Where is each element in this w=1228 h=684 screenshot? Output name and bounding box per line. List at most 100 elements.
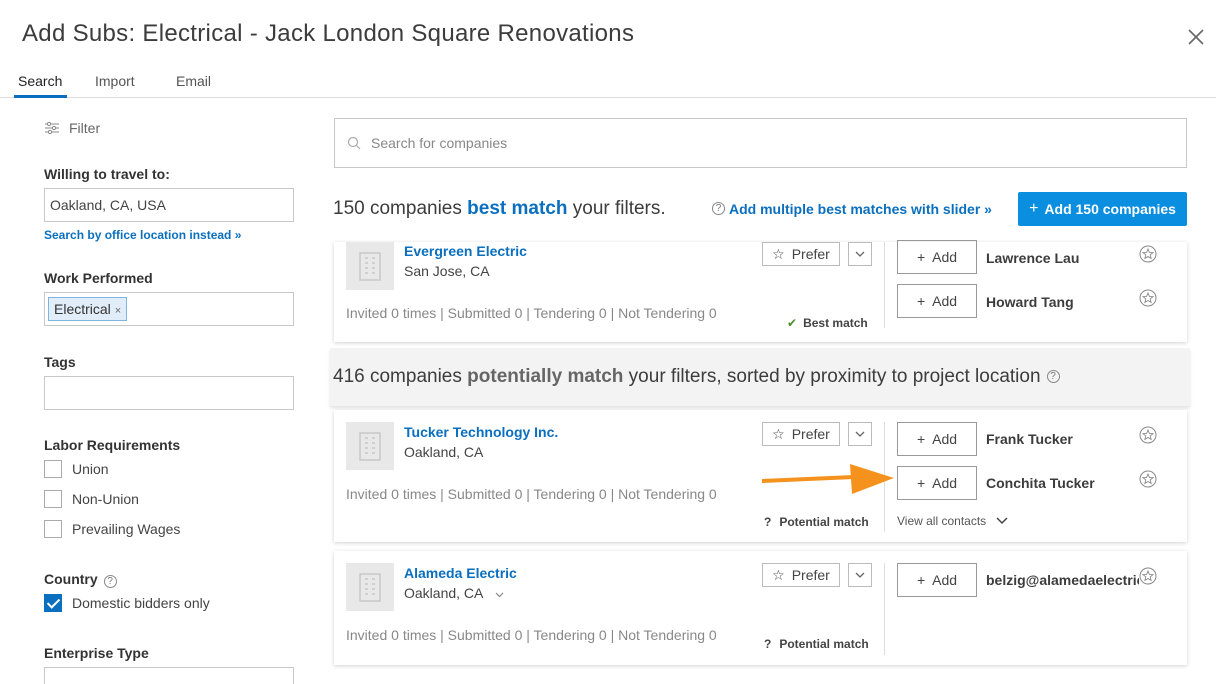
annotation-arrow-icon xyxy=(762,464,894,494)
badge-star-icon[interactable] xyxy=(1139,245,1157,263)
work-chip: Electrical × xyxy=(48,297,128,321)
sliders-icon xyxy=(45,121,59,135)
enterprise-input[interactable] xyxy=(44,667,294,684)
domestic-checkbox[interactable] xyxy=(44,594,62,612)
tab-import[interactable]: Import xyxy=(95,73,135,89)
search-icon xyxy=(347,136,361,150)
domestic-option[interactable]: Domestic bidders only xyxy=(44,594,210,612)
view-all-label: View all contacts xyxy=(897,514,987,528)
check-icon: ✔ xyxy=(787,316,798,330)
labor-option-union[interactable]: Union xyxy=(44,460,109,478)
view-all-contacts-link[interactable]: View all contacts xyxy=(897,514,1008,528)
match-label: Best match xyxy=(803,316,868,330)
domestic-label: Domestic bidders only xyxy=(72,595,210,611)
company-stats: Invited 0 times | Submitted 0 | Tenderin… xyxy=(346,486,717,502)
company-location-row[interactable]: Oakland, CA xyxy=(404,585,504,601)
plus-icon: + xyxy=(1029,200,1039,217)
match-status: ✔ Best match xyxy=(787,316,868,330)
match-status: ? Potential match xyxy=(764,515,869,529)
modal-header: Add Subs: Electrical - Jack London Squar… xyxy=(0,0,1228,98)
star-outline-icon: ☆ xyxy=(772,425,785,442)
building-icon xyxy=(346,422,394,470)
help-icon[interactable]: ? xyxy=(1046,370,1060,384)
potential-highlight: potentially match xyxy=(467,366,624,387)
best-match-summary: 150 companies best match your filters. xyxy=(333,198,666,220)
company-stats: Invited 0 times | Submitted 0 | Tenderin… xyxy=(346,627,717,643)
building-icon xyxy=(346,242,394,290)
badge-star-icon[interactable] xyxy=(1139,289,1157,307)
travel-input[interactable]: Oakland, CA, USA xyxy=(44,188,294,222)
question-icon: ? xyxy=(764,515,772,529)
prevailing-checkbox[interactable] xyxy=(44,520,62,538)
company-search-input[interactable]: Search for companies xyxy=(334,118,1187,168)
tags-input[interactable] xyxy=(44,376,294,410)
labor-label: Labor Requirements xyxy=(44,437,181,453)
company-card: Alameda Electric Oakland, CA Invited 0 t… xyxy=(334,551,1187,665)
add-contact-button[interactable]: + Add xyxy=(897,284,977,318)
potential-match-summary: 416 companies potentially match your fil… xyxy=(333,366,1060,388)
chip-remove-icon[interactable]: × xyxy=(115,305,121,317)
add-multiple-link[interactable]: Add multiple best matches with slider » xyxy=(729,201,992,217)
add-contact-button[interactable]: + Add xyxy=(897,240,977,274)
company-card: Evergreen Electric San Jose, CA Invited … xyxy=(334,240,1187,342)
company-stats: Invited 0 times | Submitted 0 | Tenderin… xyxy=(346,305,717,321)
potential-prefix: 416 companies xyxy=(333,366,468,387)
chevron-down-icon[interactable] xyxy=(848,422,872,446)
filter-sidebar: Filter Willing to travel to: Oakland, CA… xyxy=(0,98,320,684)
work-performed-input[interactable]: Electrical × xyxy=(44,292,294,326)
best-suffix: your filters. xyxy=(567,198,666,219)
company-location: San Jose, CA xyxy=(404,263,490,279)
prefer-label: Prefer xyxy=(791,426,830,442)
badge-star-icon[interactable] xyxy=(1139,426,1157,444)
contact-name: Howard Tang xyxy=(986,294,1074,310)
tab-bar: Search Import Email xyxy=(0,66,1216,98)
enterprise-label: Enterprise Type xyxy=(44,645,149,661)
non-union-checkbox[interactable] xyxy=(44,490,62,508)
company-name[interactable]: Alameda Electric xyxy=(404,565,517,581)
chevron-down-icon[interactable] xyxy=(848,563,872,587)
close-icon[interactable] xyxy=(1186,28,1206,48)
add-contact-button[interactable]: + Add xyxy=(897,466,977,500)
tab-email[interactable]: Email xyxy=(176,73,211,89)
add-all-button[interactable]: + Add 150 companies xyxy=(1018,192,1187,226)
filter-toggle[interactable]: Filter xyxy=(45,120,100,136)
best-highlight: best match xyxy=(467,198,568,219)
contact-name: Lawrence Lau xyxy=(986,250,1080,266)
labor-option-non-union[interactable]: Non-Union xyxy=(44,490,139,508)
prefer-label: Prefer xyxy=(791,246,830,262)
badge-star-icon[interactable] xyxy=(1139,470,1157,488)
chevron-down-icon xyxy=(995,517,1008,525)
prefer-button[interactable]: ☆ Prefer xyxy=(762,242,840,266)
help-icon[interactable]: ? xyxy=(712,202,725,215)
company-location: Oakland, CA xyxy=(404,585,483,601)
filter-label: Filter xyxy=(69,120,101,136)
union-label: Union xyxy=(72,461,109,477)
badge-star-icon[interactable] xyxy=(1139,567,1157,585)
plus-icon: + xyxy=(916,293,926,309)
prefer-button[interactable]: ☆ Prefer xyxy=(762,563,840,587)
building-icon xyxy=(346,563,394,611)
add-contact-button[interactable]: + Add xyxy=(897,563,977,597)
chevron-down-icon[interactable] xyxy=(848,242,872,266)
page-title: Add Subs: Electrical - Jack London Squar… xyxy=(22,20,635,47)
match-label: Potential match xyxy=(779,637,869,651)
tab-search[interactable]: Search xyxy=(18,73,62,89)
add-label: Add xyxy=(932,431,958,447)
contact-name: belzig@alamedaelectric xyxy=(986,572,1139,588)
union-checkbox[interactable] xyxy=(44,460,62,478)
add-label: Add xyxy=(932,572,958,588)
labor-option-prevailing[interactable]: Prevailing Wages xyxy=(44,520,180,538)
company-name[interactable]: Tucker Technology Inc. xyxy=(404,424,558,440)
results-panel: Search for companies 150 companies best … xyxy=(330,98,1194,675)
prefer-button[interactable]: ☆ Prefer xyxy=(762,422,840,446)
divider xyxy=(884,563,885,655)
search-placeholder: Search for companies xyxy=(371,135,508,151)
add-contact-button[interactable]: + Add xyxy=(897,422,977,456)
company-name[interactable]: Evergreen Electric xyxy=(404,243,527,259)
office-location-link[interactable]: Search by office location instead » xyxy=(44,228,241,242)
add-label: Add xyxy=(932,475,958,491)
prefer-label: Prefer xyxy=(791,567,830,583)
help-icon[interactable]: ? xyxy=(103,575,117,588)
tags-label: Tags xyxy=(44,354,76,370)
divider xyxy=(884,242,885,328)
